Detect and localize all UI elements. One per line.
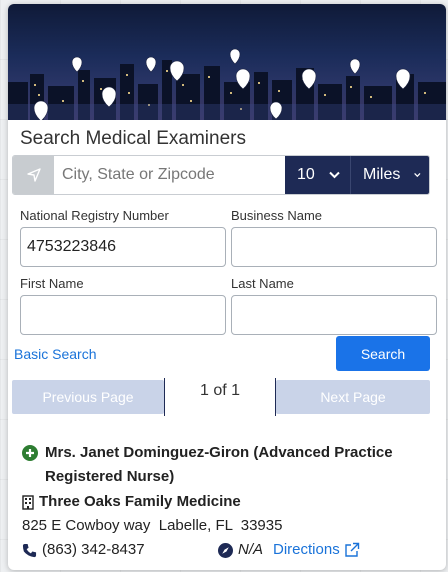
- last-name-label: Last Name: [231, 276, 294, 291]
- unit-value: Miles: [363, 166, 401, 183]
- business-name-label: Business Name: [231, 208, 323, 223]
- unit-select[interactable]: Miles: [351, 156, 429, 194]
- distance-row: N/A: [218, 539, 263, 561]
- phone-number: (863) 342-8437: [42, 541, 145, 558]
- page-title: Search Medical Examiners: [20, 128, 246, 149]
- chevron-down-icon: [414, 173, 421, 178]
- examiner-name: Mrs. Janet Dominguez-Giron (Advanced Pra…: [45, 444, 393, 485]
- result-footer: (863) 342-8437 N/A Directions: [22, 539, 422, 561]
- business-name-input[interactable]: [231, 227, 437, 267]
- phone-icon: [22, 543, 37, 557]
- business-row: Three Oaks Family Medicine: [22, 491, 422, 513]
- directions-label: Directions: [273, 541, 340, 558]
- last-name-input[interactable]: [231, 295, 437, 335]
- city-state-zip-input[interactable]: [54, 156, 285, 194]
- basic-search-link[interactable]: Basic Search: [14, 346, 96, 362]
- registry-number-label: National Registry Number: [20, 208, 169, 223]
- external-link-icon: [345, 542, 359, 557]
- page-status: 1 of 1: [164, 378, 276, 416]
- plus-circle-icon[interactable]: [22, 445, 38, 461]
- location-search-bar: 10 Miles: [12, 155, 430, 195]
- first-name-label: First Name: [20, 276, 84, 291]
- search-button[interactable]: Search: [336, 336, 430, 371]
- phone-row[interactable]: (863) 342-8437: [22, 539, 218, 561]
- examiner-address: 825 E Cowboy way Labelle, FL 33935: [22, 517, 283, 534]
- use-my-location-button[interactable]: [13, 156, 54, 194]
- next-page-button[interactable]: Next Page: [276, 380, 430, 414]
- result-item: Mrs. Janet Dominguez-Giron (Advanced Pra…: [22, 441, 422, 561]
- building-icon: [22, 494, 34, 510]
- distance-value: 10: [297, 166, 315, 183]
- compass-icon: [218, 542, 233, 558]
- distance-value-text: N/A: [238, 541, 264, 558]
- page-status-text: 1 of 1: [199, 382, 241, 399]
- chevron-down-icon: [329, 171, 340, 179]
- location-arrow-icon: [26, 168, 41, 182]
- registry-number-input[interactable]: 4753223846: [20, 227, 226, 267]
- first-name-input[interactable]: [20, 295, 226, 335]
- previous-page-button[interactable]: Previous Page: [12, 380, 164, 414]
- examiner-name-row: Mrs. Janet Dominguez-Giron (Advanced Pra…: [22, 441, 422, 489]
- distance-select[interactable]: 10: [285, 156, 351, 194]
- business-name: Three Oaks Family Medicine: [39, 493, 241, 510]
- directions-link[interactable]: Directions: [273, 539, 360, 561]
- city-banner-image: [8, 4, 446, 120]
- pagination: Previous Page 1 of 1 Next Page: [12, 378, 430, 416]
